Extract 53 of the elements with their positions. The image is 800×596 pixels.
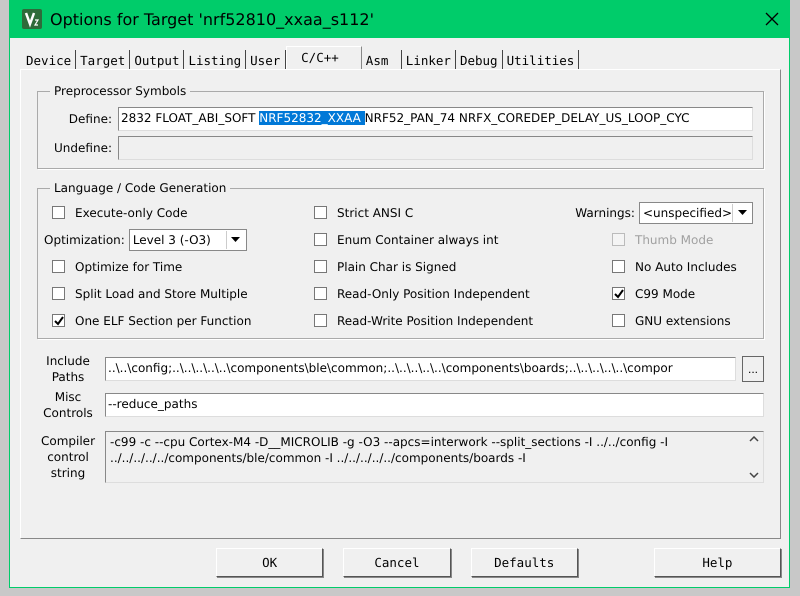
field-label: Compiler control string	[40, 433, 96, 481]
checkbox[interactable]	[314, 233, 327, 246]
dialog-button[interactable]: Defaults	[470, 548, 578, 576]
field-label: Define:	[68, 112, 112, 126]
checkbox[interactable]	[612, 314, 625, 327]
include-paths-field[interactable]: ..\..\config;..\..\..\..\..\components\ble\common;..\..\..\..\..\components\boards;..\..\..\..\..\compor	[105, 357, 736, 381]
browse-button[interactable]: ...	[742, 356, 764, 382]
checkbox[interactable]	[52, 314, 65, 327]
tab[interactable]: C/C++	[286, 46, 362, 69]
checkbox[interactable]	[314, 260, 327, 273]
field-label: Include Paths	[45, 353, 91, 385]
checkbox-label: Read-Only Position Independent	[337, 286, 530, 300]
dialog-button[interactable]: Help	[654, 548, 781, 576]
checkbox[interactable]	[314, 287, 327, 300]
checkbox-label: No Auto Includes	[635, 260, 737, 274]
dialog-button[interactable]: Cancel	[343, 548, 451, 576]
dropdown[interactable]: <unspecified>	[638, 202, 753, 224]
select-label: Warnings:	[575, 206, 635, 220]
checkbox[interactable]	[52, 287, 65, 300]
dialog-button[interactable]: OK	[216, 548, 324, 576]
checkbox[interactable]	[52, 260, 65, 273]
caret-icon	[738, 210, 746, 215]
close-icon[interactable]	[765, 12, 779, 26]
checkbox[interactable]	[314, 314, 327, 327]
checkbox-label: Strict ANSI C	[337, 206, 414, 220]
select-label: Optimization:	[44, 232, 125, 246]
field-label: Undefine:	[53, 141, 112, 155]
scroll-down-icon[interactable]	[749, 472, 759, 478]
checkbox-label: Split Load and Store Multiple	[75, 286, 248, 300]
misc-controls-field[interactable]: --reduce_paths	[105, 393, 764, 417]
checkbox-label: Enum Container always int	[337, 232, 498, 246]
app-logo-icon	[22, 9, 42, 29]
checkbox-label: C99 Mode	[635, 286, 696, 300]
checkbox-label: GNU extensions	[635, 314, 731, 328]
checkbox-label: Read-Write Position Independent	[337, 314, 534, 328]
checkbox-label: One ELF Section per Function	[75, 314, 252, 328]
checkbox[interactable]	[612, 260, 625, 273]
scroll-up-icon[interactable]	[749, 436, 759, 442]
caret-icon	[231, 237, 240, 242]
group-title: Preprocessor Symbols	[53, 84, 188, 98]
checkbox-label: Optimize for Time	[75, 260, 182, 274]
window-title: Options for Target 'nrf52810_xxaa_s112'	[50, 10, 375, 28]
define-field[interactable]: 2832 FLOAT_ABI_SOFT NRF52832_XXAA NRF52_PAN_74 NRFX_COREDEP_DELAY_US_LOOP_CYC	[118, 107, 753, 131]
checkbox-label: Execute-only Code	[75, 206, 188, 220]
checkbox-label: Thumb Mode	[635, 232, 714, 246]
checkbox[interactable]	[314, 206, 327, 219]
compiler-string-box[interactable]: -c99 -c --cpu Cortex-M4 -D__MICROLIB -g -O3 --apcs=interwork --split_sections -I ../../config -I ../../../../../components/ble/common -I ../../../../../components/boards -I	[105, 431, 764, 483]
group-title: Language / Code Generation	[53, 181, 228, 195]
field-label: Misc Controls	[42, 389, 94, 421]
checkbox[interactable]	[52, 206, 65, 219]
checkbox-label: Plain Char is Signed	[337, 260, 456, 274]
dropdown[interactable]: Level 3 (-O3)	[128, 228, 247, 250]
checkbox[interactable]	[612, 287, 625, 300]
